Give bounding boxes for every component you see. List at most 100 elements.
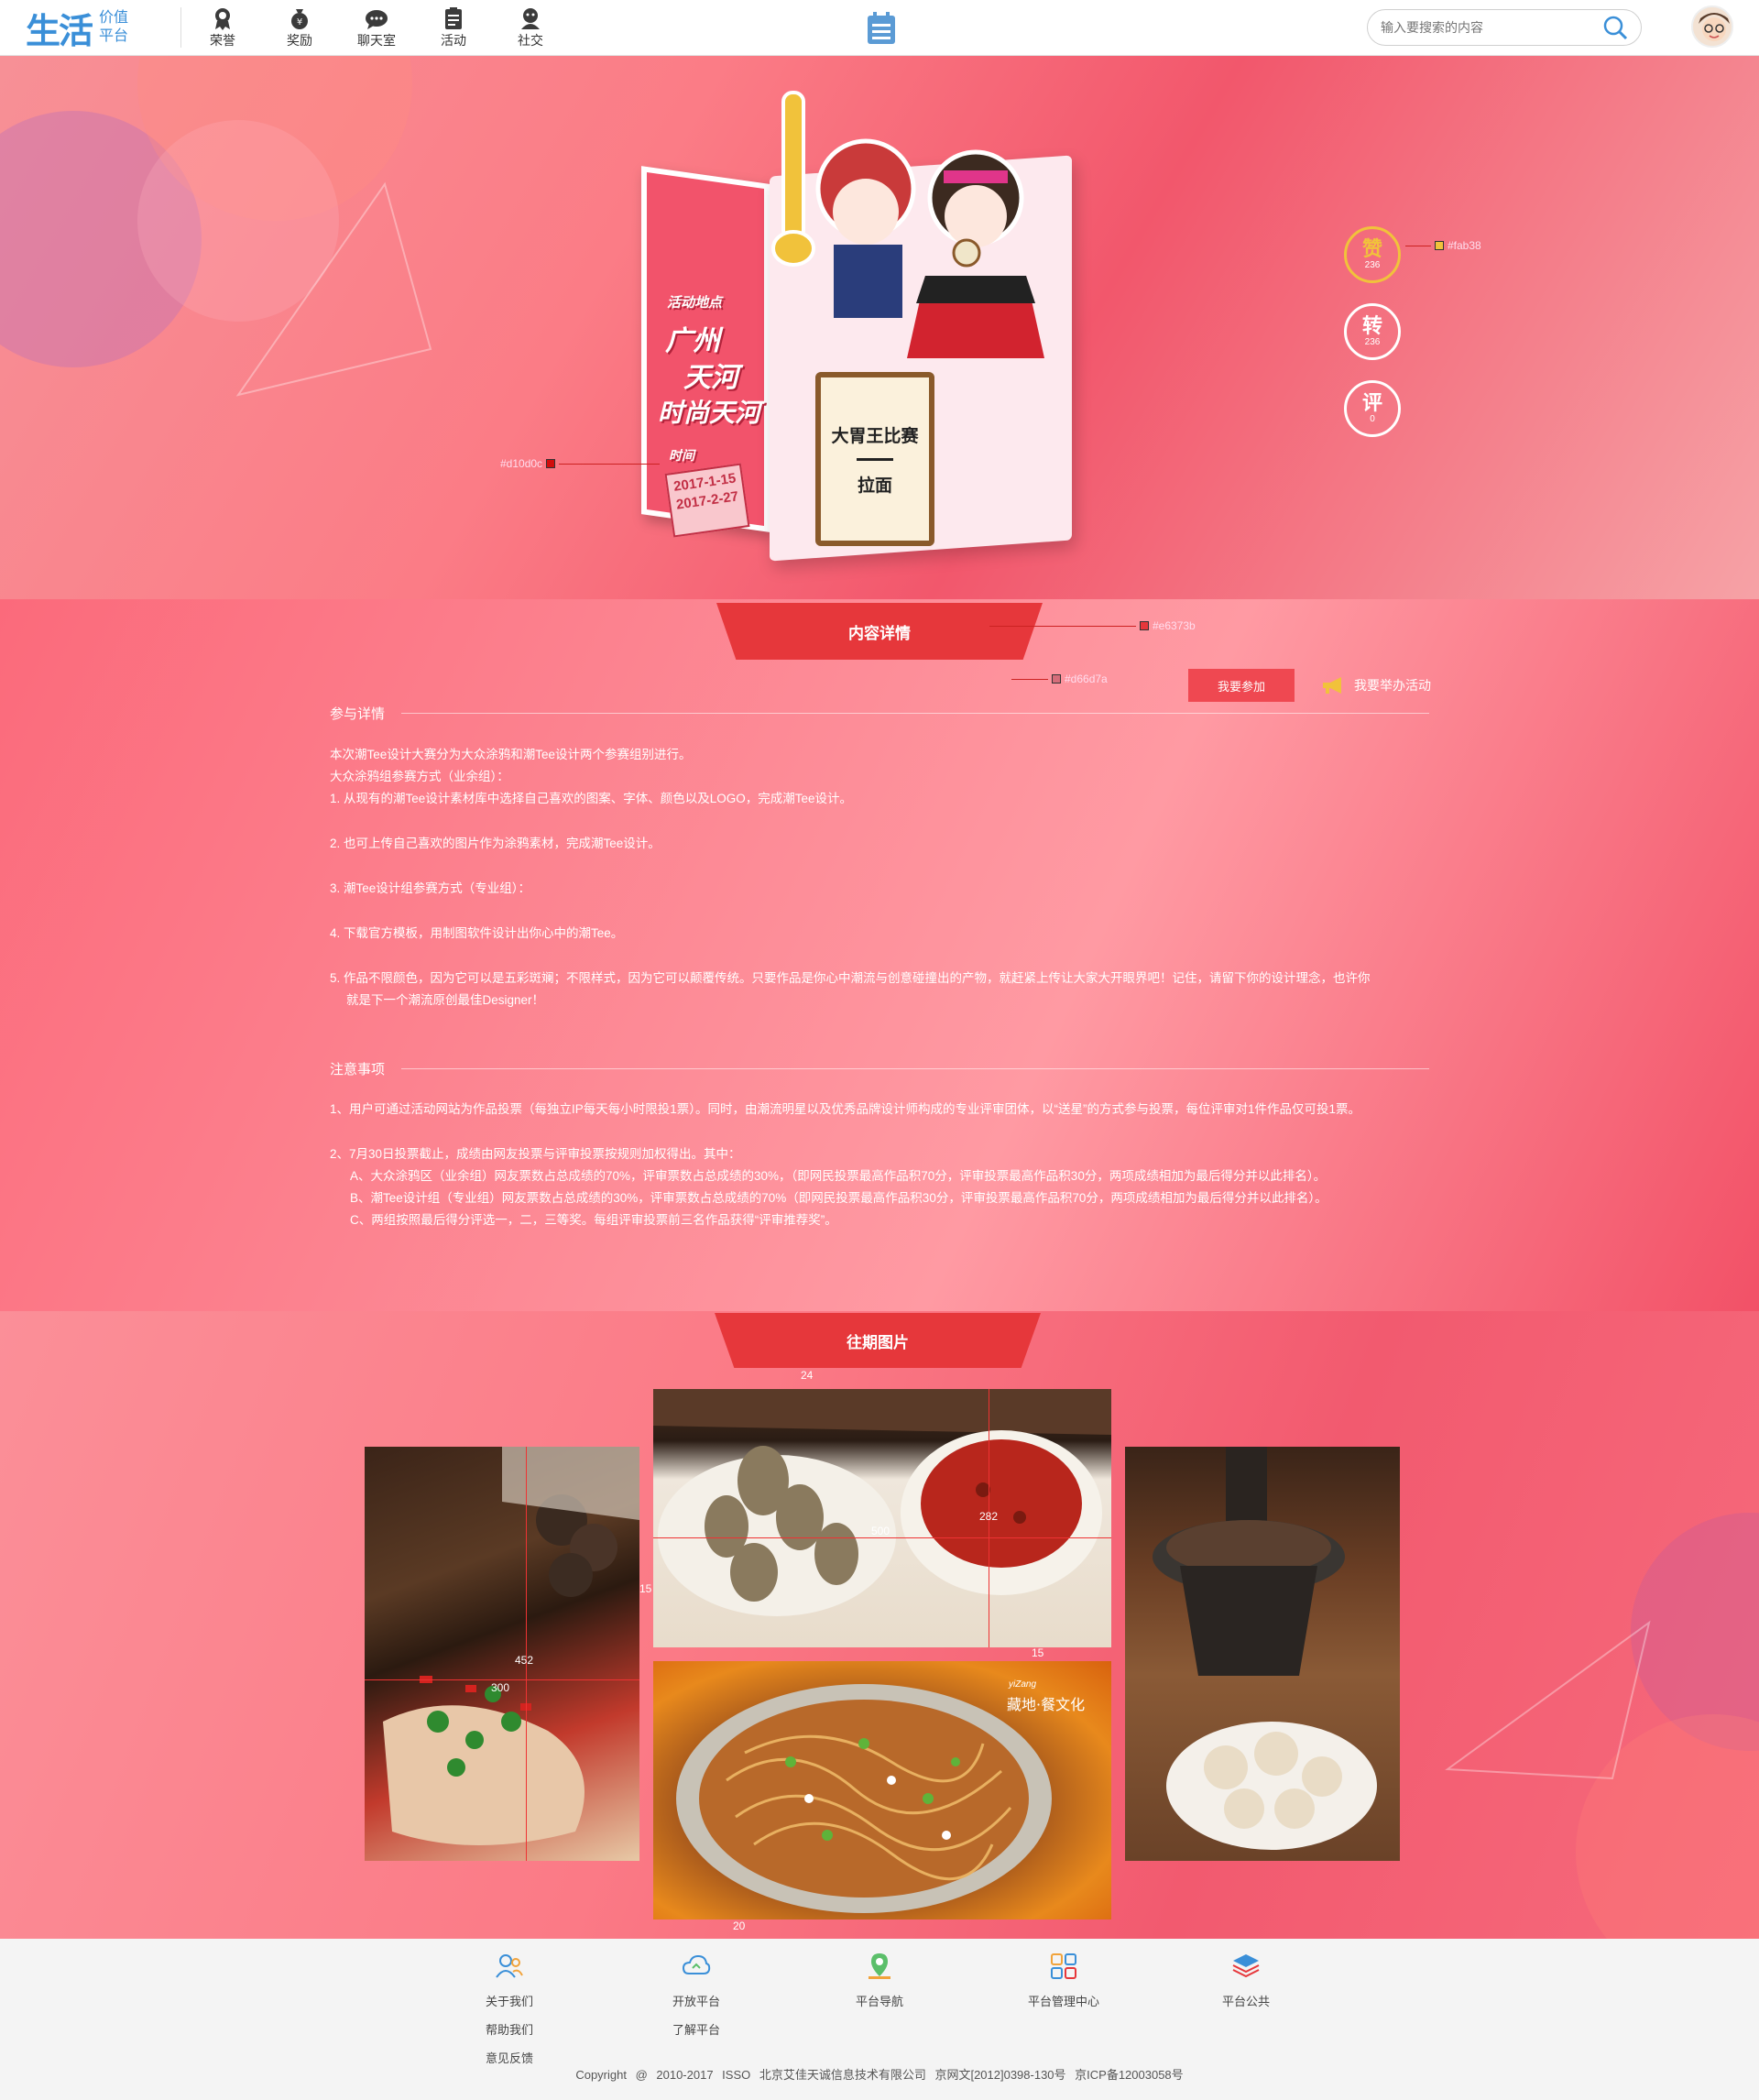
footer-link-open-platform[interactable]: 开放平台 [672,1992,720,2009]
measure-label: 500 [871,1525,890,1537]
annotation-line [1011,678,1048,680]
notes-line: B、潮Tee设计组（专业组）网友票数占总成绩的30%，评审票数占总成绩的70%（… [350,1191,1327,1205]
annotation-line [989,625,1136,627]
platform-logo[interactable]: 生活 价值 平台 [26,7,181,51]
svg-text:¥: ¥ [297,17,302,27]
measure-label: 282 [979,1510,999,1523]
footer-link-about[interactable]: 关于我们 [486,1992,533,2009]
footer-link-manage-center[interactable]: 平台管理中心 [1028,1992,1099,2009]
decor-triangle [235,181,432,397]
content-detail-section: 内容详情 #e6373b #d66d7a 我要参加 我要举办活动 参与详情 本次… [0,599,1759,1311]
nav-activity[interactable]: 活动 [428,5,479,49]
chat-icon [366,10,388,29]
footer-link-platform-nav[interactable]: 平台导航 [856,1992,903,2009]
participation-line: 就是下一个潮流原创最佳Designer！ [346,993,545,1007]
participation-line: 1. 从现有的潮Tee设计素材库中选择自己喜欢的图案、字体、颜色以及LOGO，完… [330,792,853,805]
date-badge: 2017-1-15 2017-2-27 [664,463,750,538]
photo-caption: 藏地·餐文化 [1007,1696,1086,1713]
notes-line: A、大众涂鸦区（业余组）网友票数占总成绩的70%，评审票数占总成绩的30%，（即… [350,1169,1327,1183]
map-pin-icon [869,1953,890,1979]
comment-label: 评 [1361,391,1382,414]
comment-button[interactable]: 评 0 [1344,380,1401,437]
footer-link-learn-platform[interactable]: 了解平台 [672,2020,720,2038]
user-avatar[interactable] [1691,5,1733,48]
nav-activity-label: 活动 [441,33,466,48]
footer-link-help[interactable]: 帮助我们 [486,2020,533,2038]
nav-social[interactable]: 社交 [505,5,556,49]
board-line1: 广州 [665,326,720,356]
footer-col-public: 平台公共 [1222,1952,1270,2009]
comment-count: 0 [1370,414,1375,424]
tab-shadow-text: #d66d7a [1065,673,1108,685]
section-participation-title: 参与详情 [330,704,1429,723]
food-photo-graphic [1153,1447,1377,1850]
gallery-photo-1[interactable]: 452 300 [365,1447,639,1861]
time-label: 时间 [669,448,694,463]
participation-line: 5. 作品不限颜色，因为它可以是五彩斑斓；不限样式，因为它可以颠覆传统。只要作品… [330,971,1371,985]
participation-line: 3. 潮Tee设计组参赛方式（专业组）： [330,881,531,895]
event-poster: 活动地点 广州 天河 时尚天河 时间 2017-1-15 2017-2-27 大… [632,74,1127,587]
footer-link-public[interactable]: 平台公共 [1222,1992,1270,2009]
measure-label: 452 [515,1654,534,1667]
footer-col-nav: 平台导航 [856,1952,903,2009]
food-photo-graphic [383,1447,639,1845]
board-heading: 活动地点 [667,295,723,311]
top-header: 生活 价值 平台 荣誉 ¥ 奖励 聊天室 活动 社交 [0,0,1759,56]
hero-banner: 活动地点 广州 天河 时尚天河 时间 2017-1-15 2017-2-27 大… [0,56,1759,599]
gallery-photo-2[interactable]: 500 282 [653,1389,1111,1647]
board-color-text: #d10d0c [500,457,543,470]
calendar-icon[interactable] [866,11,897,46]
grid-icon [1051,1953,1076,1979]
layers-icon [1232,1954,1260,1978]
gallery-photo-3[interactable]: 藏地·餐文化 yiZang [653,1661,1111,1920]
tab-color-text: #e6373b [1153,619,1196,632]
measure-line [653,1537,1111,1538]
participation-line: 2. 也可上传自己喜欢的图片作为涂鸦素材，完成潮Tee设计。 [330,837,661,850]
measure-label: 24 [801,1369,814,1382]
color-swatch [546,459,556,468]
share-label: 转 [1361,314,1382,337]
main-nav: 荣誉 ¥ 奖励 聊天室 活动 社交 [197,5,556,49]
copyright-text: Copyright @ 2010-2017 ISSO 北京艾佳天诚信息技术有限公… [575,2068,1184,2082]
avatar-face-icon [1693,7,1732,46]
users-icon [496,1954,523,1978]
scroll-divider [857,457,893,461]
search-box [1367,9,1642,46]
participation-line: 4. 下载官方模板，用制图软件设计出你心中的潮Tee。 [330,926,624,940]
footer-col-about: 关于我们 帮助我们 意见反馈 [486,1952,533,2066]
footer-link-feedback[interactable]: 意见反馈 [486,2049,533,2066]
join-button[interactable]: 我要参加 [1188,669,1295,702]
nav-honor-label: 荣誉 [210,33,235,48]
measure-label: 20 [733,1920,746,1932]
participation-line: 本次潮Tee设计大赛分为大众涂鸦和潮Tee设计两个参赛组别进行。 [330,748,692,761]
color-swatch [1435,241,1444,250]
share-count: 236 [1364,337,1381,347]
nav-honor[interactable]: 荣誉 [197,5,248,49]
scroll-title: 大胃王比赛 [831,426,919,446]
tab-color-annotation: #e6373b [989,619,1196,632]
gallery-photo-4[interactable] [1125,1447,1400,1861]
host-activity-link[interactable]: 我要举办活动 [1321,676,1431,695]
event-scroll: 大胃王比赛 拉面 [815,372,934,546]
logo-sub-line1: 价值 [99,10,129,26]
nav-chatroom[interactable]: 聊天室 [351,5,402,49]
tab-past-photos[interactable]: 往期图片 [715,1313,1041,1368]
board-line2: 天河 [683,363,738,393]
past-photos-section: 往期图片 452 300 500 282 24 15 15 藏地·餐文化 yiZ… [0,1311,1759,1939]
scroll-subtitle: 拉面 [857,476,892,496]
nav-reward[interactable]: ¥ 奖励 [274,5,325,49]
money-bag-icon: ¥ [291,9,308,29]
photo-caption-small: yiZang [1009,1679,1037,1690]
site-footer: 关于我们 帮助我们 意见反馈 开放平台 了解平台 平台导航 平台管理中心 平台公… [0,1939,1759,2100]
participation-line: 大众涂鸦组参赛方式（业余组）： [330,770,509,783]
like-count: 236 [1364,260,1381,270]
section-divider [401,1068,1429,1069]
section-divider [401,713,1429,714]
medal-icon [215,8,230,30]
share-button[interactable]: 转 236 [1344,303,1401,360]
like-color-text: #fab38 [1448,239,1481,252]
search-input[interactable] [1381,20,1602,35]
like-button[interactable]: 赞 236 [1344,226,1401,283]
search-icon[interactable] [1602,15,1628,40]
like-label: 赞 [1361,237,1382,260]
